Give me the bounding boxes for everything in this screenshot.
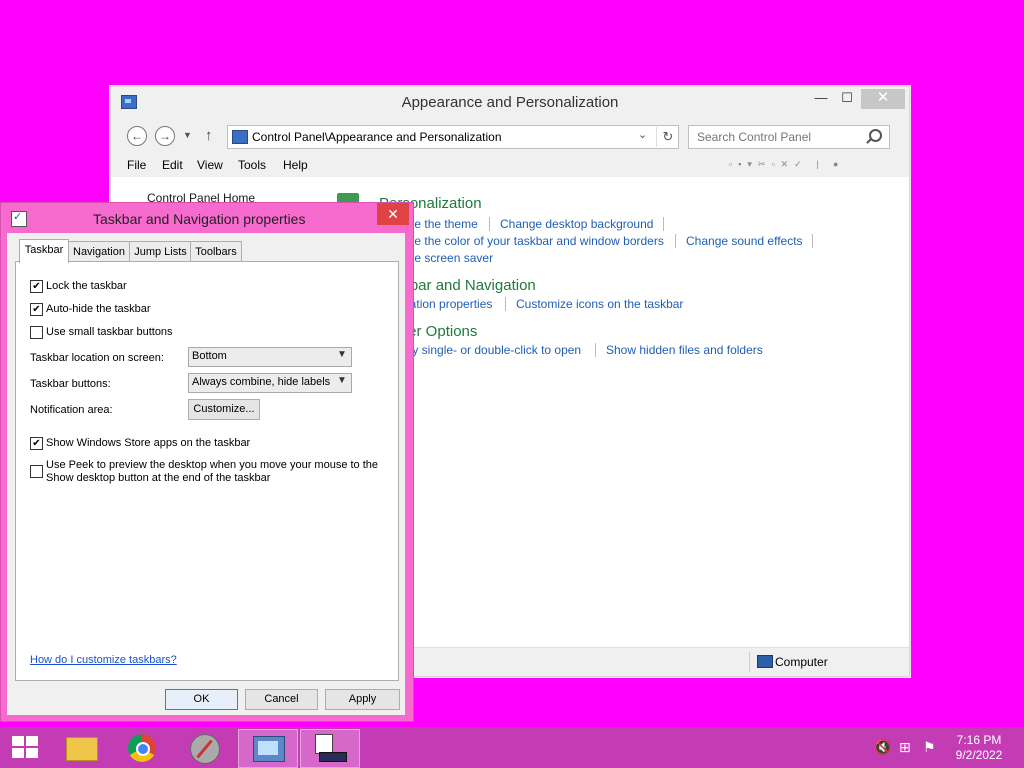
customize-taskbar-icons-link[interactable]: Customize icons on the taskbar xyxy=(516,297,683,311)
taskbar-buttons-value: Always combine, hide labels xyxy=(192,376,331,388)
address-bar[interactable]: Control Panel\Appearance and Personaliza… xyxy=(227,125,679,149)
back-arrow-icon[interactable]: ← xyxy=(127,126,147,146)
menu-tools[interactable]: Tools xyxy=(238,158,266,172)
customize-button[interactable]: Customize... xyxy=(188,399,260,420)
chrome-icon xyxy=(128,734,156,762)
taskbar-buttons-select[interactable]: Always combine, hide labels ▼ xyxy=(188,373,352,393)
safari-button[interactable] xyxy=(176,729,234,766)
clock[interactable]: 7:16 PM 9/2/2022 xyxy=(948,733,1010,763)
change-desktop-background-link[interactable]: Change desktop background xyxy=(500,217,653,231)
notification-area-label: Notification area: xyxy=(30,404,113,416)
auto-hide-label[interactable]: Auto-hide the taskbar xyxy=(46,303,151,315)
separator xyxy=(595,343,596,357)
clock-time: 7:16 PM xyxy=(956,733,1002,747)
peek-checkbox[interactable] xyxy=(30,465,43,478)
store-apps-label[interactable]: Show Windows Store apps on the taskbar xyxy=(46,437,250,449)
start-button[interactable] xyxy=(12,736,38,758)
tab-taskbar[interactable]: Taskbar xyxy=(19,239,69,263)
chevron-down-icon: ▼ xyxy=(337,375,347,386)
store-apps-checkbox[interactable]: ✔ xyxy=(30,437,43,450)
control-panel-icon xyxy=(232,130,248,144)
compass-icon xyxy=(190,734,220,764)
maximize-button[interactable]: ☐ xyxy=(833,89,861,109)
close-button[interactable]: ✕ xyxy=(377,203,409,225)
action-center-flag-icon[interactable]: ⚑ xyxy=(923,739,936,756)
separator xyxy=(489,217,490,231)
tab-jump-lists[interactable]: Jump Lists xyxy=(129,241,192,262)
menu-view[interactable]: View xyxy=(197,158,223,172)
menu-edit[interactable]: Edit xyxy=(162,158,183,172)
folder-icon xyxy=(66,737,98,761)
menu-file[interactable]: File xyxy=(127,158,146,172)
address-path[interactable]: Control Panel\Appearance and Personaliza… xyxy=(252,130,502,144)
dialog-body: Taskbar Navigation Jump Lists Toolbars ✔… xyxy=(7,233,405,715)
search-icon[interactable] xyxy=(869,129,882,142)
control-panel-icon xyxy=(253,736,285,762)
small-buttons-label[interactable]: Use small taskbar buttons xyxy=(46,326,173,338)
up-arrow-icon[interactable]: ↑ xyxy=(205,127,213,144)
control-panel-taskbar-button[interactable] xyxy=(238,729,298,768)
title-bar[interactable]: Appearance and Personalization — ☐ ✕ xyxy=(111,87,909,117)
search-input[interactable] xyxy=(695,128,867,146)
divider xyxy=(749,652,750,672)
chevron-down-icon[interactable]: ⌄ xyxy=(638,128,647,141)
windows-logo-icon xyxy=(26,748,38,758)
ok-button[interactable]: OK xyxy=(165,689,238,710)
refresh-icon[interactable]: ↻ xyxy=(656,127,679,147)
separator xyxy=(675,234,676,248)
taskbar-properties-icon xyxy=(11,210,27,227)
small-buttons-checkbox[interactable] xyxy=(30,326,43,339)
peek-label-line1[interactable]: Use Peek to preview the desktop when you… xyxy=(46,459,378,471)
change-color-link[interactable]: Change the color of your taskbar and win… xyxy=(379,234,664,248)
lock-taskbar-label[interactable]: Lock the taskbar xyxy=(46,280,127,292)
separator xyxy=(663,217,664,231)
forward-arrow-icon[interactable]: → xyxy=(155,126,175,146)
toolbar-icons[interactable]: ▫▪▾✂▫✕✓ | ● xyxy=(729,159,845,170)
volume-muted-icon[interactable]: 🔇 xyxy=(874,739,891,756)
recent-locations-dropdown-icon[interactable]: ▼ xyxy=(183,130,192,140)
file-explorer-button[interactable] xyxy=(52,729,110,766)
network-icon[interactable]: ⊞ xyxy=(899,739,911,756)
taskbar-properties-dialog: Taskbar and Navigation properties ✕ Task… xyxy=(0,202,414,722)
chevron-down-icon: ▼ xyxy=(337,349,347,360)
windows-logo-icon xyxy=(12,736,24,746)
windows-logo-icon xyxy=(26,736,38,746)
taskbar-properties-taskbar-button[interactable] xyxy=(300,729,360,768)
windows-logo-icon xyxy=(12,748,24,758)
taskbar-location-label: Taskbar location on screen: xyxy=(30,352,164,364)
dialog-title: Taskbar and Navigation properties xyxy=(93,211,306,227)
taskbar-location-value: Bottom xyxy=(192,350,227,362)
navigation-bar: ← → ▼ ↑ Control Panel\Appearance and Per… xyxy=(111,117,909,155)
change-sound-effects-link[interactable]: Change sound effects xyxy=(686,234,803,248)
minimize-button[interactable]: — xyxy=(807,89,835,109)
window-title: Appearance and Personalization xyxy=(401,94,619,111)
clock-date: 9/2/2022 xyxy=(955,748,1003,762)
auto-hide-checkbox[interactable]: ✔ xyxy=(30,303,43,316)
separator xyxy=(812,234,813,248)
taskbar-location-select[interactable]: Bottom ▼ xyxy=(188,347,352,367)
cancel-button[interactable]: Cancel xyxy=(245,689,318,710)
taskbar-buttons-label: Taskbar buttons: xyxy=(30,378,111,390)
search-box[interactable] xyxy=(688,125,890,149)
menu-help[interactable]: Help xyxy=(283,158,308,172)
help-link[interactable]: How do I customize taskbars? xyxy=(30,654,177,666)
tab-navigation[interactable]: Navigation xyxy=(67,241,131,262)
separator xyxy=(505,297,506,311)
taskbar-tab-page: ✔ Lock the taskbar ✔ Auto-hide the taskb… xyxy=(15,261,399,681)
tab-toolbars[interactable]: Toolbars xyxy=(190,241,242,262)
apply-button[interactable]: Apply xyxy=(325,689,400,710)
lock-taskbar-checkbox[interactable]: ✔ xyxy=(30,280,43,293)
peek-label-line2[interactable]: Show desktop button at the end of the ta… xyxy=(46,472,270,484)
taskbar: 🔇 ⊞ ⚑ 7:16 PM 9/2/2022 xyxy=(0,727,1024,768)
computer-icon xyxy=(757,655,773,668)
show-hidden-files-link[interactable]: Show hidden files and folders xyxy=(606,343,763,357)
chrome-button[interactable] xyxy=(114,729,172,766)
taskbar-properties-icon xyxy=(315,734,347,762)
status-text: Computer xyxy=(775,655,828,669)
close-button[interactable]: ✕ xyxy=(861,89,905,109)
